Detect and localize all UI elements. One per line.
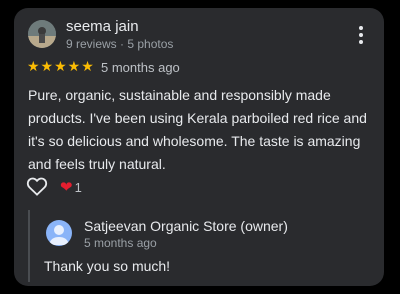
reviewer-avatar[interactable] [28, 20, 56, 48]
owner-name: Satjeevan Organic Store (owner) [84, 218, 288, 234]
more-vert-icon[interactable] [350, 24, 372, 50]
like-button[interactable] [26, 176, 48, 196]
owner-reply-text: Thank you so much! [44, 258, 171, 274]
review-time: 5 months ago [101, 60, 180, 75]
owner-avatar [46, 220, 72, 246]
review-text: Pure, organic, sustainable and responsib… [28, 87, 367, 172]
reviewer-meta: 9 reviews · 5 photos [66, 37, 174, 51]
reaction-count: ❤ 1 [60, 178, 82, 197]
owner-reply-time: 5 months ago [84, 236, 157, 250]
person-icon [49, 225, 69, 245]
heart-outline-icon [26, 177, 48, 196]
red-heart-icon: ❤ [60, 179, 73, 196]
reviewer-name[interactable]: seema jain [66, 18, 139, 35]
reply-divider [28, 210, 30, 282]
rating-stars: ★★★★★ [27, 58, 95, 74]
review-card: seema jain 9 reviews · 5 photos ★★★★★ 5 … [14, 8, 384, 286]
like-count: 1 [74, 180, 82, 195]
